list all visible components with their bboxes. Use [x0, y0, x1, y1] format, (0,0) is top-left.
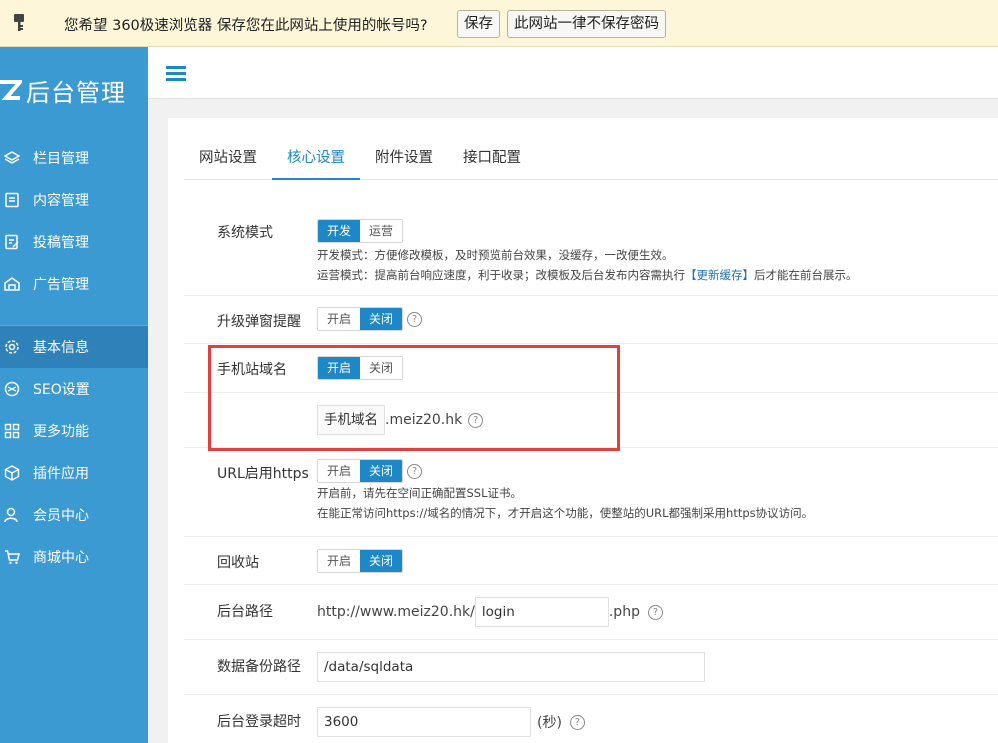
- layers-icon: [3, 149, 21, 167]
- admin-path-prefix: http://www.meiz20.hk/: [317, 604, 475, 620]
- seo-icon: [3, 380, 21, 398]
- recycle-bin-toggle[interactable]: 开启 关闭: [317, 549, 404, 573]
- cart-icon: [3, 548, 21, 566]
- ad-icon: [3, 275, 21, 293]
- user-icon: [3, 506, 21, 524]
- admin-path-label: 后台路径: [217, 604, 273, 620]
- row-login-timeout: 后台登录超时 3600 (秒)?: [184, 695, 998, 743]
- row-system-mode: 系统模式 开发 运营 开发模式：方便修改模板，及时预览前台效果，没缓存，一改便生…: [184, 208, 998, 296]
- sidebar-item-label: 投稿管理: [33, 235, 89, 251]
- system-mode-hint-ops: 运营模式：提高前台响应速度，利于收录；改模板及后台发布内容需执行【更新缓存】后才…: [317, 265, 858, 285]
- sidebar-item-label: 商城中心: [33, 550, 89, 566]
- https-off[interactable]: 关闭: [360, 460, 403, 482]
- system-mode-label: 系统模式: [217, 225, 273, 241]
- row-upgrade-popup: 升级弹窗提醒 开启 关闭 ?: [184, 296, 998, 344]
- sidebar-item-content[interactable]: 内容管理: [0, 179, 148, 221]
- login-timeout-input[interactable]: 3600: [317, 707, 531, 737]
- admin-path-input[interactable]: login: [474, 597, 609, 627]
- recycle-bin-off[interactable]: 关闭: [360, 550, 403, 572]
- save-password-button[interactable]: 保存: [457, 10, 500, 38]
- https-label: URL启用https: [217, 466, 309, 482]
- upgrade-popup-off[interactable]: 关闭: [360, 308, 403, 330]
- logo-text: 后台管理: [26, 78, 126, 107]
- sidebar-item-label: 广告管理: [33, 277, 89, 293]
- help-icon[interactable]: ?: [647, 604, 663, 620]
- row-https: URL启用https 开启 关闭 ? 开启前，请先在空间正确配置SSL证书。 在…: [184, 448, 998, 537]
- password-save-bar: 您希望 360极速浏览器 保存您在此网站上使用的帐号吗? 保存 此网站一律不保存…: [0, 0, 998, 47]
- system-mode-ops[interactable]: 运营: [360, 220, 403, 242]
- logo[interactable]: 后台管理: [0, 75, 126, 107]
- upgrade-popup-label: 升级弹窗提醒: [217, 314, 301, 330]
- sidebar-item-submissions[interactable]: 投稿管理: [0, 221, 148, 263]
- sidebar-item-basic-info[interactable]: 基本信息: [0, 326, 148, 368]
- login-timeout-label: 后台登录超时: [217, 714, 301, 730]
- sidebar-divider: [0, 305, 148, 326]
- sidebar-menu: 栏目管理 内容管理 投稿管理 广告管理 基本信息 SEO设置 更多功能 插件应用…: [0, 137, 148, 578]
- document-icon: [3, 191, 21, 209]
- highlight-box: [208, 345, 620, 451]
- sidebar-item-ads[interactable]: 广告管理: [0, 263, 148, 305]
- backup-path-label: 数据备份路径: [217, 659, 301, 675]
- sidebar-item-label: 插件应用: [33, 466, 89, 482]
- help-icon[interactable]: ?: [407, 311, 423, 327]
- update-cache-link[interactable]: 【更新缓存】: [685, 268, 754, 282]
- sidebar-item-more[interactable]: 更多功能: [0, 410, 148, 452]
- password-bar-message: 您希望 360极速浏览器 保存您在此网站上使用的帐号吗?: [64, 18, 428, 34]
- key-icon: [0, 0, 38, 46]
- sidebar-item-shop[interactable]: 商城中心: [0, 536, 148, 578]
- logo-icon: [0, 80, 22, 100]
- help-icon[interactable]: ?: [569, 714, 585, 730]
- sidebar-item-seo[interactable]: SEO设置: [0, 368, 148, 410]
- sidebar-item-label: 栏目管理: [33, 151, 89, 167]
- https-hint-url: 在能正常访问https://域名的情况下，才开启这个功能，使整站的URL都强制采…: [317, 506, 814, 520]
- sidebar-item-label: 更多功能: [33, 424, 89, 440]
- sidebar-item-columns[interactable]: 栏目管理: [0, 137, 148, 179]
- https-hint-ssl: 开启前，请先在空间正确配置SSL证书。: [317, 486, 523, 500]
- help-icon[interactable]: ?: [407, 463, 423, 479]
- sidebar-item-plugins[interactable]: 插件应用: [0, 452, 148, 494]
- backup-path-input[interactable]: /data/sqldata: [317, 652, 705, 682]
- system-mode-hint-dev: 开发模式：方便修改模板，及时预览前台效果，没缓存，一改便生效。: [317, 248, 674, 262]
- top-bar: [148, 47, 998, 99]
- login-timeout-unit: (秒): [537, 715, 562, 731]
- row-admin-path: 后台路径 http://www.meiz20.hk/login .php?: [184, 585, 998, 640]
- system-mode-dev[interactable]: 开发: [318, 220, 361, 242]
- system-mode-toggle[interactable]: 开发 运营: [317, 219, 404, 243]
- gear-icon: [3, 338, 21, 356]
- upgrade-popup-on[interactable]: 开启: [318, 308, 361, 330]
- never-save-button[interactable]: 此网站一律不保存密码: [507, 10, 666, 38]
- grid-icon: [3, 422, 21, 440]
- edit-icon: [3, 233, 21, 251]
- sidebar-item-label: SEO设置: [33, 382, 90, 398]
- hint-text: 运营模式：提高前台响应速度，利于收录；改模板及后台发布内容需执行: [317, 268, 685, 282]
- cube-icon: [3, 464, 21, 482]
- row-recycle-bin: 回收站 开启 关闭: [184, 537, 998, 585]
- recycle-bin-label: 回收站: [217, 555, 259, 571]
- sidebar-item-label: 基本信息: [33, 340, 89, 356]
- sidebar-item-label: 会员中心: [33, 508, 89, 524]
- admin-path-suffix: .php: [608, 604, 640, 620]
- menu-toggle-icon[interactable]: [166, 66, 186, 82]
- hint-text: 后才能在前台展示。: [754, 268, 858, 282]
- row-backup-path: 数据备份路径 /data/sqldata: [184, 640, 998, 695]
- sidebar-item-label: 内容管理: [33, 193, 89, 209]
- https-toggle[interactable]: 开启 关闭: [317, 459, 404, 483]
- sidebar-item-members[interactable]: 会员中心: [0, 494, 148, 536]
- upgrade-popup-toggle[interactable]: 开启 关闭: [317, 307, 404, 331]
- recycle-bin-on[interactable]: 开启: [318, 550, 361, 572]
- sidebar: 后台管理 栏目管理 内容管理 投稿管理 广告管理 基本信息 SEO设置 更多功能…: [0, 47, 148, 743]
- https-on[interactable]: 开启: [318, 460, 361, 482]
